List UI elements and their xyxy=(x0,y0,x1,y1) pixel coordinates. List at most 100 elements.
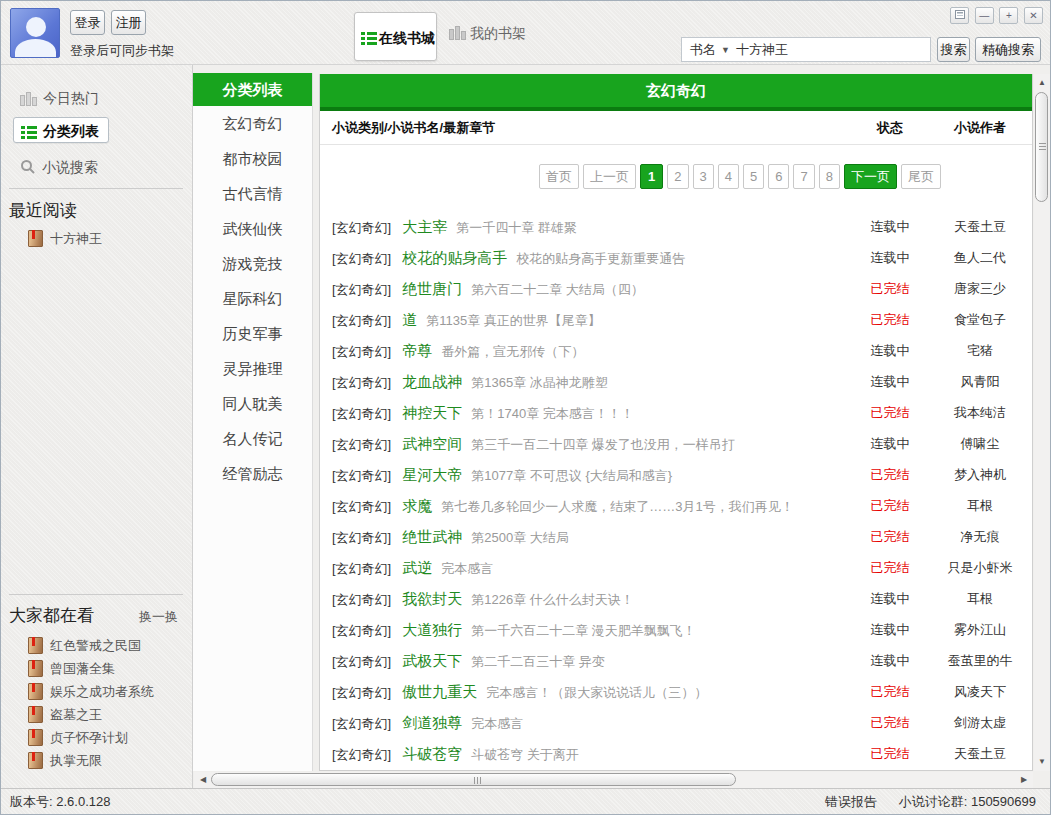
error-report-link[interactable]: 错误报告 xyxy=(825,794,877,809)
my-shelf-button[interactable]: 我的书架 xyxy=(449,25,526,43)
row-author: 蚕茧里的牛 xyxy=(918,645,1042,676)
sidebar-item-hot[interactable]: 今日热门 xyxy=(13,85,109,111)
skin-button[interactable] xyxy=(950,7,969,24)
page-button[interactable]: 8 xyxy=(819,164,840,189)
row-status: 已完结 xyxy=(858,738,922,769)
refresh-link[interactable]: 换一换 xyxy=(139,608,178,626)
page-button[interactable]: 6 xyxy=(768,164,789,189)
hot-book-item[interactable]: 盗墓之王 xyxy=(28,706,102,723)
row-book-title[interactable]: 傲世九重天 xyxy=(402,683,477,700)
search-input[interactable]: 书名▼十方神王 xyxy=(681,37,931,62)
category-item[interactable]: 历史军事 xyxy=(193,316,312,351)
row-book-title[interactable]: 武极天下 xyxy=(402,652,462,669)
maximize-button[interactable]: + xyxy=(999,7,1018,24)
page-button[interactable]: 2 xyxy=(667,164,688,189)
vertical-scroll-thumb[interactable] xyxy=(1035,92,1048,202)
discussion-group-label: 小说讨论群: 150590699 xyxy=(899,794,1036,809)
vertical-scrollbar[interactable]: ▲ ▼ xyxy=(1034,74,1050,771)
row-latest-chapter[interactable]: 校花的贴身高手更新重要通告 xyxy=(516,251,685,266)
row-book-title[interactable]: 校花的贴身高手 xyxy=(402,249,507,266)
list-icon xyxy=(21,126,37,139)
row-latest-chapter[interactable]: 第六百二十二章 大结局（四） xyxy=(471,282,644,297)
avatar[interactable] xyxy=(10,8,60,58)
page-button[interactable]: 3 xyxy=(693,164,714,189)
category-item[interactable]: 玄幻奇幻 xyxy=(193,106,312,141)
my-shelf-label: 我的书架 xyxy=(470,25,526,41)
row-latest-chapter[interactable]: 完本感言！（跟大家说说话儿（三）） xyxy=(486,685,707,700)
row-latest-chapter[interactable]: 第七卷几多轮回少一人求魔，结束了……3月1号，我们再见！ xyxy=(441,499,793,514)
register-button[interactable]: 注册 xyxy=(111,10,146,35)
row-book-title[interactable]: 龙血战神 xyxy=(402,373,462,390)
category-item[interactable]: 游戏竞技 xyxy=(193,246,312,281)
search-field-selector[interactable]: 书名 xyxy=(690,42,716,57)
page-button[interactable]: 5 xyxy=(743,164,764,189)
row-latest-chapter[interactable]: 第1135章 真正的世界【尾章】 xyxy=(426,313,601,328)
row-latest-chapter[interactable]: 完本感言 xyxy=(441,561,493,576)
row-book-title[interactable]: 星河大帝 xyxy=(402,466,462,483)
scroll-left-arrow[interactable]: ◀ xyxy=(196,772,210,788)
minimize-button[interactable]: — xyxy=(975,7,994,24)
hot-book-item[interactable]: 娱乐之成功者系统 xyxy=(28,683,154,700)
page-button[interactable]: 4 xyxy=(718,164,739,189)
row-latest-chapter[interactable]: 番外篇，宣无邪传（下） xyxy=(441,344,584,359)
hot-book-item[interactable]: 执掌无限 xyxy=(28,752,102,769)
recent-book-item[interactable]: 十方神王 xyxy=(28,230,102,247)
book-title: 十方神王 xyxy=(50,231,102,246)
category-item[interactable]: 武侠仙侠 xyxy=(193,211,312,246)
row-latest-chapter[interactable]: 第1365章 冰晶神龙雕塑 xyxy=(471,375,608,390)
row-book-title[interactable]: 武神空间 xyxy=(402,435,462,452)
scroll-right-arrow[interactable]: ▶ xyxy=(1017,772,1031,788)
row-latest-chapter[interactable]: 第2500章 大结局 xyxy=(471,530,569,545)
search-button[interactable]: 搜索 xyxy=(937,37,970,62)
page-button[interactable]: 下一页 xyxy=(844,164,897,189)
category-item[interactable]: 星际科幻 xyxy=(193,281,312,316)
sidebar-item-categories[interactable]: 分类列表 xyxy=(13,117,109,143)
row-book-title[interactable]: 我欲封天 xyxy=(402,590,462,607)
page-button[interactable]: 7 xyxy=(793,164,814,189)
category-item[interactable]: 都市校园 xyxy=(193,141,312,176)
row-latest-chapter[interactable]: 第一千四十章 群雄聚 xyxy=(456,220,577,235)
hot-book-item[interactable]: 红色警戒之民国 xyxy=(28,637,141,654)
hot-book-item[interactable]: 曾国藩全集 xyxy=(28,660,115,677)
exact-search-button[interactable]: 精确搜索 xyxy=(975,37,1041,62)
online-store-button[interactable]: 在线书城 xyxy=(354,12,437,61)
avatar-head xyxy=(26,17,46,37)
row-latest-chapter[interactable]: 第！1740章 完本感言！！！ xyxy=(471,406,634,421)
scroll-up-arrow[interactable]: ▲ xyxy=(1034,76,1050,90)
page-button[interactable]: 尾页 xyxy=(901,164,941,189)
close-button[interactable]: ✕ xyxy=(1024,7,1043,24)
row-book-title[interactable]: 道 xyxy=(402,311,417,328)
row-book-title[interactable]: 绝世武神 xyxy=(402,528,462,545)
page-button[interactable]: 1 xyxy=(640,164,663,189)
row-latest-chapter[interactable]: 完本感言 xyxy=(471,716,523,731)
page-button[interactable]: 上一页 xyxy=(583,164,636,189)
row-book-title[interactable]: 武逆 xyxy=(402,559,432,576)
category-item[interactable]: 灵异推理 xyxy=(193,351,312,386)
hot-book-item[interactable]: 贞子怀孕计划 xyxy=(28,729,128,746)
scroll-down-arrow[interactable]: ▼ xyxy=(1034,755,1050,769)
row-book-title[interactable]: 斗破苍穹 xyxy=(402,745,462,762)
row-latest-chapter[interactable]: 第1077章 不可思议 {大结局和感言} xyxy=(471,468,672,483)
row-latest-chapter[interactable]: 斗破苍穹 关于离开 xyxy=(471,747,579,762)
row-latest-chapter[interactable]: 第1226章 什么什么封天诀！ xyxy=(471,592,634,607)
category-item[interactable]: 同人耽美 xyxy=(193,386,312,421)
row-latest-chapter[interactable]: 第三千一百二十四章 爆发了也没用，一样吊打 xyxy=(471,437,735,452)
row-book-title[interactable]: 大道独行 xyxy=(402,621,462,638)
row-latest-chapter[interactable]: 第二千二百三十章 异变 xyxy=(471,654,605,669)
category-item[interactable]: 古代言情 xyxy=(193,176,312,211)
row-latest-chapter[interactable]: 第一千六百二十二章 漫天肥羊飘飘飞！ xyxy=(471,623,696,638)
row-book-title[interactable]: 求魔 xyxy=(402,497,432,514)
row-book-title[interactable]: 绝世唐门 xyxy=(402,280,462,297)
row-book-title[interactable]: 帝尊 xyxy=(402,342,432,359)
row-book-title[interactable]: 大主宰 xyxy=(402,218,447,235)
row-book-title[interactable]: 神控天下 xyxy=(402,404,462,421)
category-item[interactable]: 名人传记 xyxy=(193,421,312,456)
row-book-title[interactable]: 剑道独尊 xyxy=(402,714,462,731)
row-category: [玄幻奇幻] xyxy=(332,499,391,514)
horizontal-scrollbar[interactable]: ◀ ▶ xyxy=(194,772,1033,788)
page-button[interactable]: 首页 xyxy=(539,164,579,189)
login-button[interactable]: 登录 xyxy=(70,10,105,35)
horizontal-scroll-thumb[interactable] xyxy=(211,773,736,786)
sidebar-item-search[interactable]: 小说搜索 xyxy=(13,154,109,180)
category-item[interactable]: 经管励志 xyxy=(193,456,312,491)
